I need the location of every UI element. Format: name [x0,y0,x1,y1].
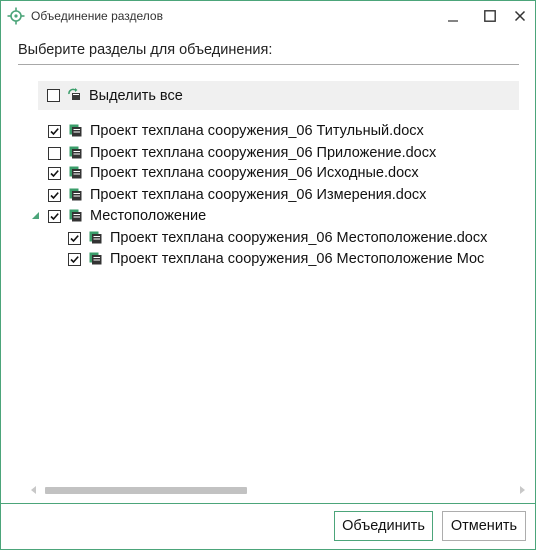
item-label: Проект техплана сооружения_06 Измерения.… [90,187,427,203]
group-label: Местоположение [90,208,207,224]
doc-icon [89,231,102,244]
checkmark-icon [70,256,79,264]
title-bar[interactable]: Объединение разделов [1,1,535,31]
merge-button[interactable]: Объединить [334,511,433,541]
expanded-triangle-icon[interactable] [32,212,39,219]
select-all-row[interactable]: Выделить все [38,81,519,110]
select-all-label: Выделить все [89,88,183,104]
group-checkbox[interactable] [48,210,61,223]
checkmark-icon [70,235,79,243]
checkmark-icon [50,213,59,221]
item-label: Проект техплана сооружения_06 Исходные.d… [90,165,419,181]
item-checkbox[interactable] [48,125,61,138]
horizontal-scrollbar[interactable] [27,483,530,497]
maximize-button[interactable] [474,1,506,31]
scroll-right-icon[interactable] [519,486,526,494]
close-button[interactable] [504,1,536,31]
refresh-doc-icon [68,88,80,100]
item-label: Проект техплана сооружения_06 Титульный.… [90,123,424,139]
minimize-button[interactable] [437,1,469,31]
doc-icon [69,124,82,137]
minimize-icon [448,20,458,22]
item-checkbox[interactable] [68,232,81,245]
doc-icon [89,252,102,265]
scrollbar-thumb[interactable] [45,487,247,494]
target-icon [7,7,25,25]
instruction-label: Выберите разделы для объединения: [18,42,273,58]
item-checkbox[interactable] [48,147,61,160]
doc-icon [69,146,82,159]
doc-icon [69,166,82,179]
item-checkbox[interactable] [48,167,61,180]
dialog-window: Объединение разделов Выберите разделы дл… [0,0,536,550]
checkmark-icon [50,170,59,178]
separator [18,64,519,65]
item-checkbox[interactable] [48,189,61,202]
checkmark-icon [50,128,59,136]
doc-icon [69,209,82,222]
maximize-icon [484,10,496,22]
cancel-button[interactable]: Отменить [442,511,526,541]
item-label: Проект техплана сооружения_06 Местополож… [110,230,488,246]
item-checkbox[interactable] [68,253,81,266]
item-label: Проект техплана сооружения_06 Местополож… [110,251,485,267]
select-all-checkbox[interactable] [47,89,60,102]
close-icon [514,10,526,22]
doc-icon [69,188,82,201]
window-title: Объединение разделов [31,9,163,23]
checkmark-icon [50,192,59,200]
scroll-left-icon[interactable] [30,486,37,494]
group-children: Проект техплана сооружения_06 Местополож… [1,226,522,276]
item-label: Проект техплана сооружения_06 Приложение… [90,145,437,161]
footer-separator [1,503,535,504]
